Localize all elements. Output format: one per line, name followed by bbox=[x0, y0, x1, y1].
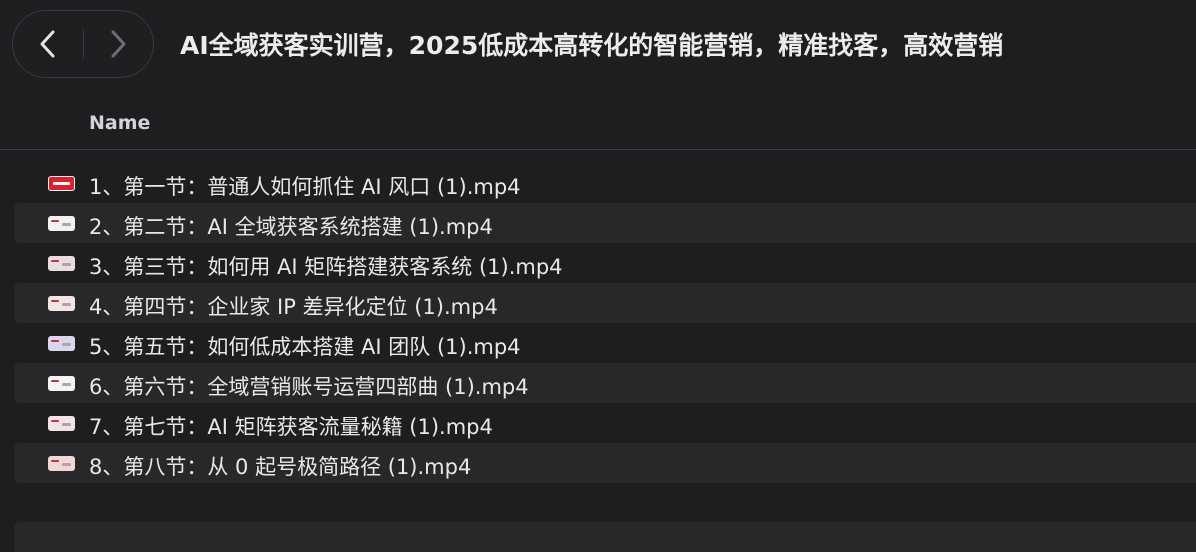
file-row[interactable]: 3、第三节：如何用 AI 矩阵搭建获客系统 (1).mp4 bbox=[14, 243, 1196, 283]
file-list: 1、第一节：普通人如何抓住 AI 风口 (1).mp4 2、第二节：AI 全域获… bbox=[14, 163, 1196, 483]
video-thumbnail-icon bbox=[48, 176, 75, 191]
video-thumbnail-icon bbox=[48, 256, 75, 271]
forward-button[interactable] bbox=[83, 11, 153, 77]
chevron-left-icon bbox=[40, 30, 55, 58]
file-row[interactable]: 4、第四节：企业家 IP 差异化定位 (1).mp4 bbox=[14, 283, 1196, 323]
video-thumbnail-icon bbox=[48, 296, 75, 311]
file-name: 3、第三节：如何用 AI 矩阵搭建获客系统 (1).mp4 bbox=[89, 255, 563, 279]
chevron-right-icon bbox=[111, 30, 126, 58]
file-name: 5、第五节：如何低成本搭建 AI 团队 (1).mp4 bbox=[89, 335, 521, 359]
file-name: 2、第二节：AI 全域获客系统搭建 (1).mp4 bbox=[89, 215, 493, 239]
toolbar: AI全域获客实训营，2025低成本高转化的智能营销，精准找客，高效营销 bbox=[0, 0, 1196, 90]
window-title: AI全域获客实训营，2025低成本高转化的智能营销，精准找客，高效营销 bbox=[180, 31, 1004, 60]
video-thumbnail-icon bbox=[48, 456, 75, 471]
file-row[interactable]: 5、第五节：如何低成本搭建 AI 团队 (1).mp4 bbox=[14, 323, 1196, 363]
video-thumbnail-icon bbox=[48, 416, 75, 431]
finder-window: AI全域获客实训营，2025低成本高转化的智能营销，精准找客，高效营销 Name… bbox=[0, 0, 1196, 552]
navigation-button-group bbox=[12, 10, 154, 78]
file-row[interactable]: 8、第八节：从 0 起号极简路径 (1).mp4 bbox=[14, 443, 1196, 483]
file-row[interactable]: 1、第一节：普通人如何抓住 AI 风口 (1).mp4 bbox=[14, 163, 1196, 203]
file-row[interactable]: 7、第七节：AI 矩阵获客流量秘籍 (1).mp4 bbox=[14, 403, 1196, 443]
back-button[interactable] bbox=[13, 11, 83, 77]
file-name: 6、第六节：全域营销账号运营四部曲 (1).mp4 bbox=[89, 375, 529, 399]
file-name: 7、第七节：AI 矩阵获客流量秘籍 (1).mp4 bbox=[89, 415, 493, 439]
empty-list-area bbox=[14, 522, 1196, 552]
video-thumbnail-icon bbox=[48, 376, 75, 391]
file-name: 1、第一节：普通人如何抓住 AI 风口 (1).mp4 bbox=[89, 175, 521, 199]
video-thumbnail-icon bbox=[48, 216, 75, 231]
file-row[interactable]: 2、第二节：AI 全域获客系统搭建 (1).mp4 bbox=[14, 203, 1196, 243]
file-name: 8、第八节：从 0 起号极简路径 (1).mp4 bbox=[89, 455, 472, 479]
file-name: 4、第四节：企业家 IP 差异化定位 (1).mp4 bbox=[89, 295, 498, 319]
column-header-row: Name bbox=[0, 98, 1196, 150]
file-row[interactable]: 6、第六节：全域营销账号运营四部曲 (1).mp4 bbox=[14, 363, 1196, 403]
video-thumbnail-icon bbox=[48, 336, 75, 351]
column-header-name[interactable]: Name bbox=[89, 112, 150, 134]
